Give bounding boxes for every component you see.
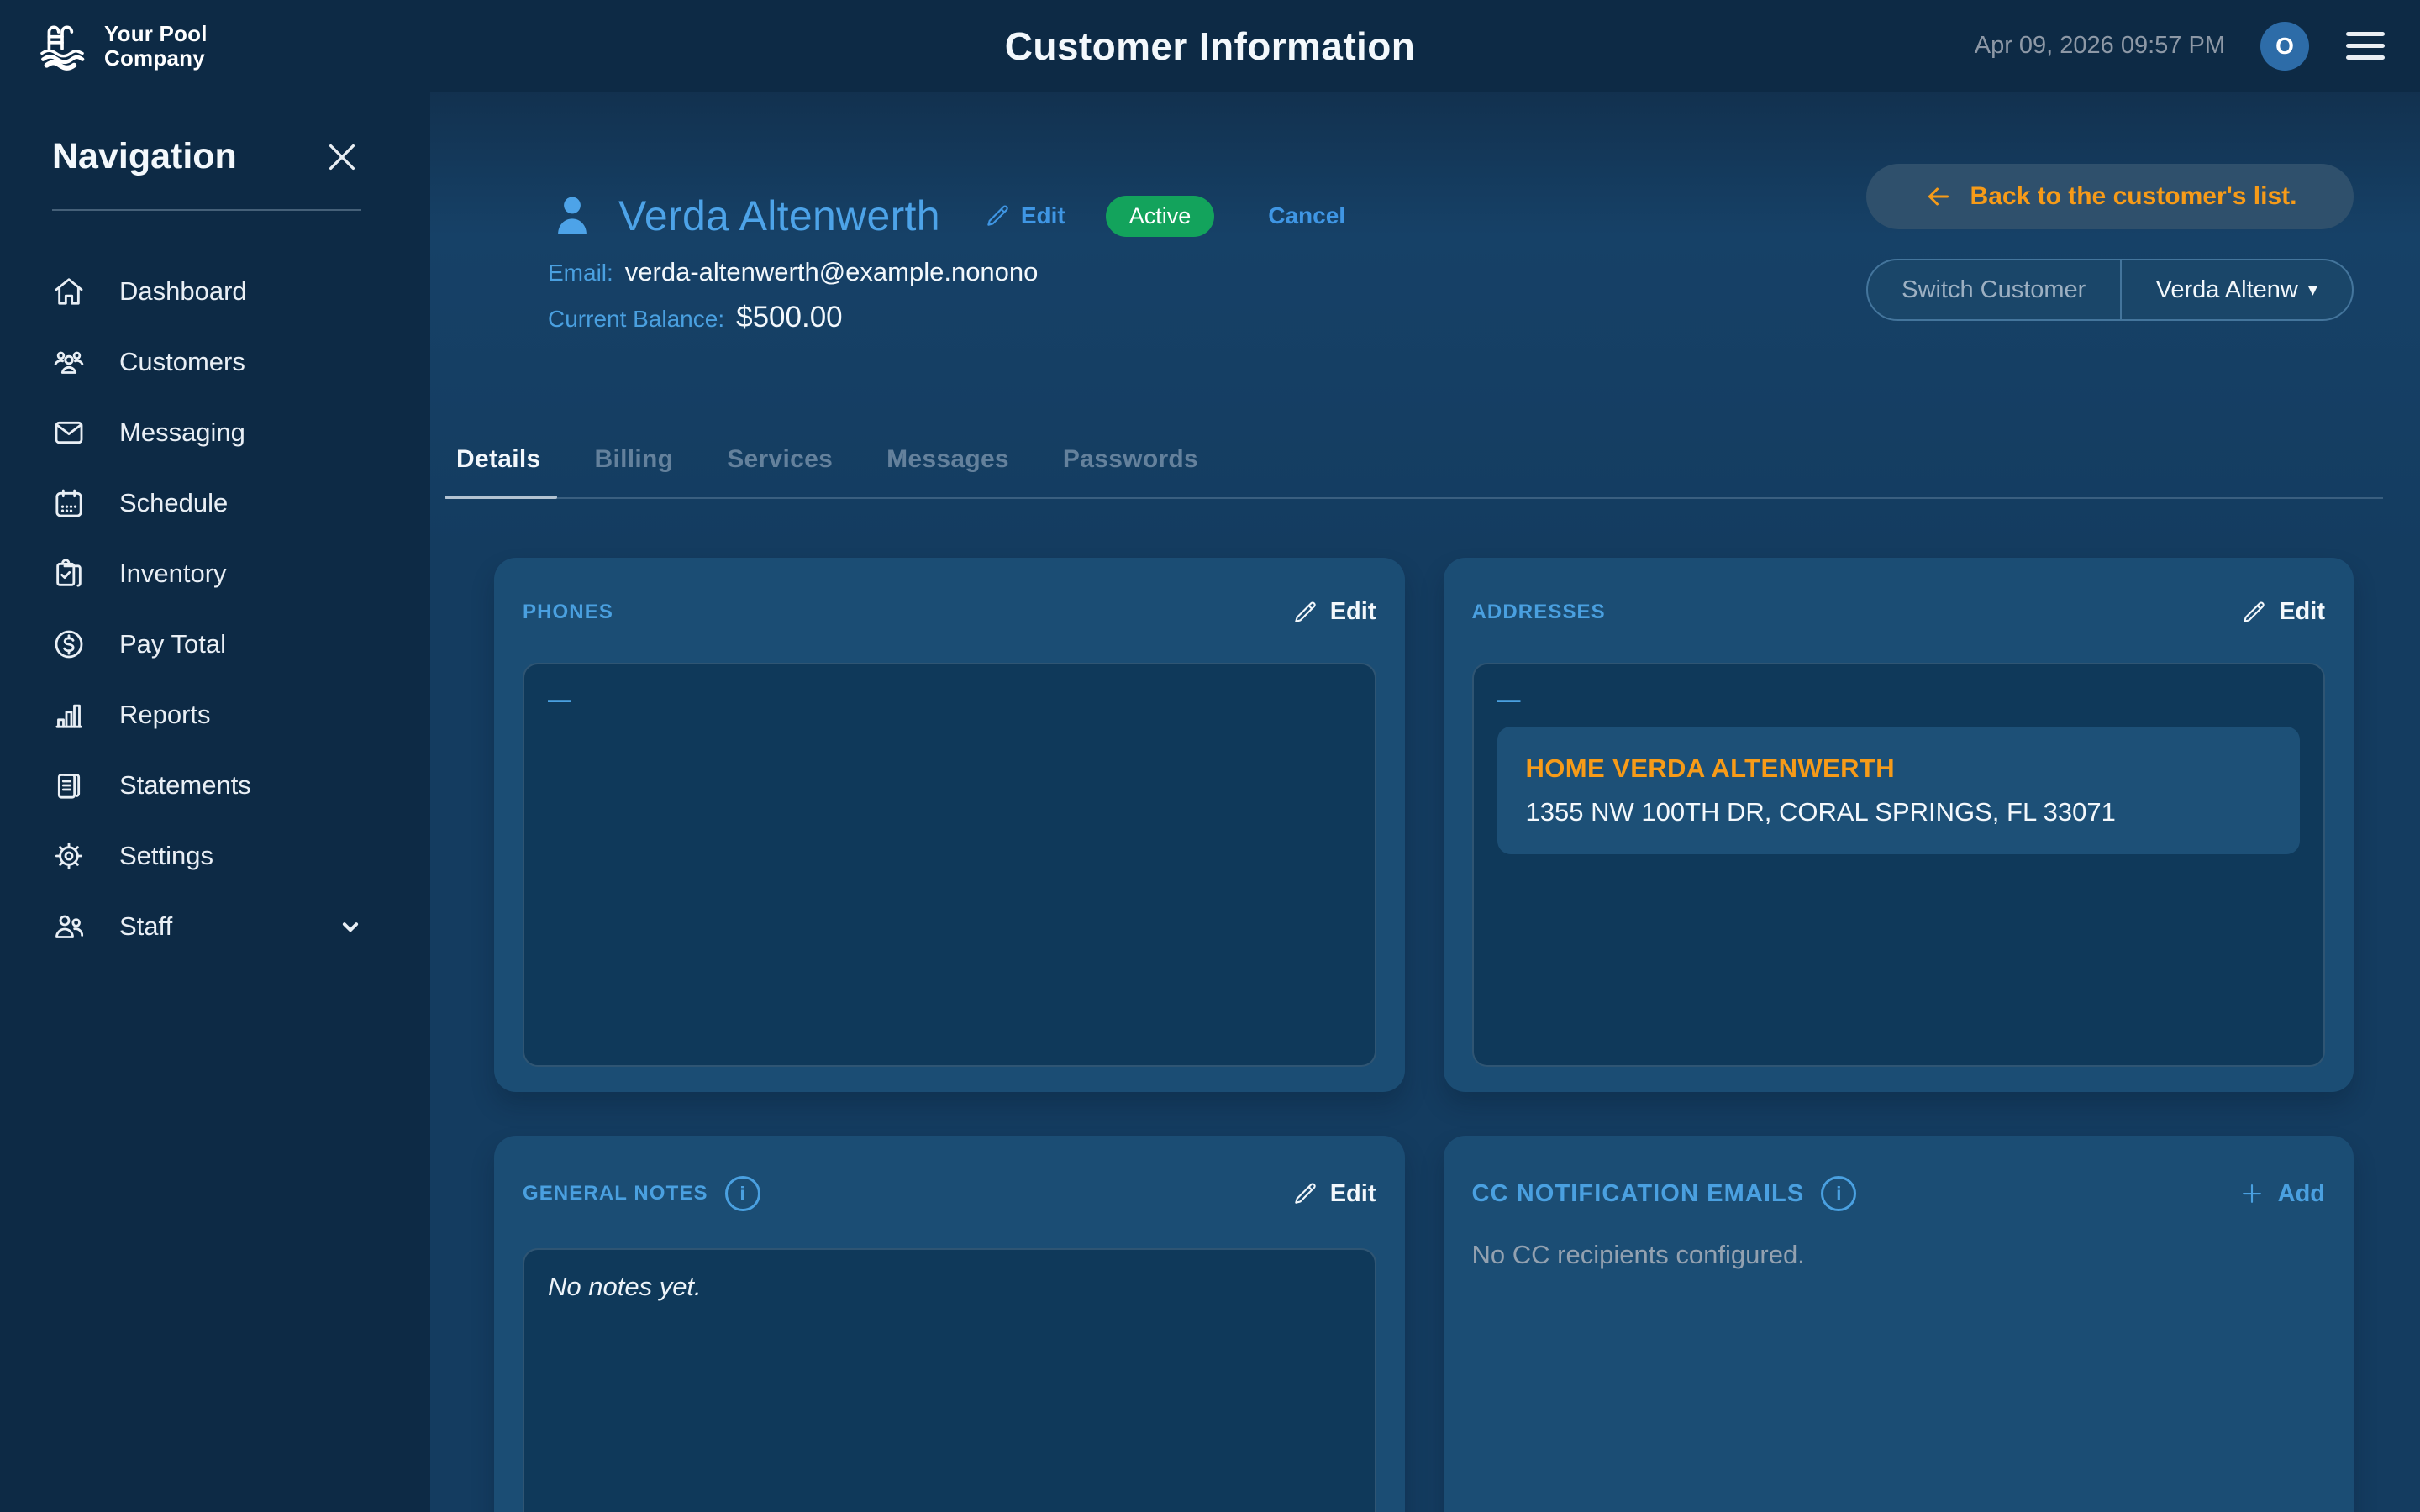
- user-avatar[interactable]: O: [2260, 22, 2309, 71]
- tab-messages[interactable]: Messages: [886, 445, 1009, 497]
- customer-name: Verda Altenwerth: [618, 192, 940, 240]
- sidebar-item-label: Staff: [119, 911, 172, 942]
- addresses-card: ADDRESSES Edit — HOME VERDA ALTENWERTH 1…: [1444, 558, 2354, 1092]
- staff-icon: [52, 910, 86, 943]
- sidebar-item-statements[interactable]: Statements: [52, 750, 371, 821]
- addresses-panel: — HOME VERDA ALTENWERTH 1355 NW 100TH DR…: [1472, 663, 2326, 1067]
- sidebar-item-messaging[interactable]: Messaging: [52, 397, 371, 468]
- sidebar-item-staff[interactable]: Staff: [52, 891, 371, 962]
- phones-panel: —: [523, 663, 1376, 1067]
- sidebar-item-label: Statements: [119, 770, 251, 801]
- sidebar-item-label: Customers: [119, 347, 245, 377]
- edit-customer-button[interactable]: Edit: [984, 202, 1065, 229]
- cc-empty-text: No CC recipients configured.: [1472, 1240, 2326, 1270]
- edit-notes-button[interactable]: Edit: [1292, 1180, 1376, 1208]
- sidebar-item-settings[interactable]: Settings: [52, 821, 371, 891]
- arrow-left-icon: [1923, 181, 1954, 212]
- cancel-customer-button[interactable]: Cancel: [1268, 202, 1345, 229]
- close-icon[interactable]: [323, 138, 361, 176]
- sidebar-item-label: Dashboard: [119, 276, 247, 307]
- sidebar-item-inventory[interactable]: Inventory: [52, 538, 371, 609]
- tab-services[interactable]: Services: [727, 445, 833, 497]
- chevron-down-icon: [336, 912, 365, 941]
- clipboard-check-icon: [52, 557, 86, 591]
- sidebar-nav-list: Dashboard Customers Messaging Schedule I…: [52, 256, 371, 962]
- sidebar-item-customers[interactable]: Customers: [52, 327, 371, 397]
- pencil-icon: [2240, 599, 2267, 626]
- chevron-down-icon: ▾: [2308, 279, 2317, 301]
- customers-icon: [52, 345, 86, 379]
- switch-customer-select[interactable]: Switch Customer Verda Altenw ▾: [1866, 259, 2354, 321]
- notes-panel: No notes yet.: [523, 1248, 1376, 1512]
- customer-avatar-icon: [548, 192, 597, 240]
- sidebar-item-label: Inventory: [119, 559, 227, 589]
- pool-ladder-icon: [34, 18, 91, 75]
- general-notes-card: GENERAL NOTES i Edit No notes yet.: [494, 1136, 1405, 1512]
- address-entry: HOME VERDA ALTENWERTH 1355 NW 100TH DR, …: [1497, 727, 2301, 854]
- addresses-empty-marker: —: [1497, 686, 1521, 712]
- notes-empty-text: No notes yet.: [548, 1272, 702, 1301]
- status-badge: Active: [1106, 196, 1215, 237]
- gear-icon: [52, 839, 86, 873]
- tab-passwords[interactable]: Passwords: [1063, 445, 1198, 497]
- calendar-icon: [52, 486, 86, 520]
- tab-details[interactable]: Details: [456, 445, 540, 497]
- cc-emails-card-title: CC NOTIFICATION EMAILS: [1472, 1180, 1805, 1208]
- pencil-icon: [1292, 1180, 1318, 1207]
- sidebar-item-label: Pay Total: [119, 629, 226, 659]
- tab-billing[interactable]: Billing: [594, 445, 673, 497]
- brand-logo: Your Pool Company: [34, 18, 208, 75]
- email-value: verda-altenwerth@example.nonono: [625, 257, 1039, 287]
- balance-label: Current Balance:: [548, 306, 724, 333]
- info-icon[interactable]: i: [725, 1176, 760, 1211]
- pencil-icon: [1292, 599, 1318, 626]
- brand-name: Your Pool Company: [104, 22, 208, 69]
- phones-card-title: PHONES: [523, 601, 613, 624]
- address-entry-line: 1355 NW 100TH DR, CORAL SPRINGS, FL 3307…: [1526, 797, 2272, 827]
- home-icon: [52, 275, 86, 308]
- sidebar-item-label: Reports: [119, 700, 211, 730]
- phones-empty-marker: —: [548, 686, 571, 712]
- email-label: Email:: [548, 260, 613, 286]
- sidebar-divider: [52, 209, 361, 211]
- switch-customer-label: Switch Customer: [1868, 260, 2120, 319]
- plus-icon: [2238, 1179, 2266, 1208]
- sidebar-item-label: Schedule: [119, 488, 228, 518]
- back-to-customers-button[interactable]: Back to the customer's list.: [1866, 164, 2354, 229]
- main-content: Verda Altenwerth Edit Active Cancel Emai…: [430, 92, 2420, 1512]
- edit-phones-button[interactable]: Edit: [1292, 598, 1376, 626]
- bar-chart-icon: [52, 698, 86, 732]
- sidebar-title: Navigation: [52, 136, 237, 177]
- balance-value: $500.00: [736, 301, 843, 334]
- general-notes-card-title: GENERAL NOTES: [523, 1182, 708, 1205]
- statement-icon: [52, 769, 86, 802]
- sidebar-item-schedule[interactable]: Schedule: [52, 468, 371, 538]
- navigation-sidebar: Navigation Dashboard Customers Messaging…: [0, 92, 430, 1512]
- envelope-icon: [52, 416, 86, 449]
- address-entry-title: HOME VERDA ALTENWERTH: [1526, 753, 2272, 784]
- sidebar-item-reports[interactable]: Reports: [52, 680, 371, 750]
- switch-customer-value: Verda Altenw: [2156, 276, 2298, 304]
- phones-card: PHONES Edit —: [494, 558, 1405, 1092]
- top-header: Your Pool Company Customer Information A…: [0, 0, 2420, 92]
- add-cc-email-button[interactable]: Add: [2238, 1179, 2325, 1208]
- addresses-card-title: ADDRESSES: [1472, 601, 1606, 624]
- dollar-circle-icon: [52, 627, 86, 661]
- info-icon[interactable]: i: [1821, 1176, 1856, 1211]
- sidebar-item-pay-total[interactable]: Pay Total: [52, 609, 371, 680]
- edit-addresses-button[interactable]: Edit: [2240, 598, 2325, 626]
- sidebar-item-label: Messaging: [119, 417, 245, 448]
- cc-emails-card: CC NOTIFICATION EMAILS i Add No CC recip…: [1444, 1136, 2354, 1512]
- datetime-label: Apr 09, 2026 09:57 PM: [1975, 32, 2225, 60]
- sidebar-item-dashboard[interactable]: Dashboard: [52, 256, 371, 327]
- customer-tabs: Details Billing Services Messages Passwo…: [456, 445, 2383, 499]
- pencil-icon: [984, 202, 1011, 229]
- hamburger-menu-icon[interactable]: [2344, 27, 2386, 65]
- sidebar-item-label: Settings: [119, 841, 213, 871]
